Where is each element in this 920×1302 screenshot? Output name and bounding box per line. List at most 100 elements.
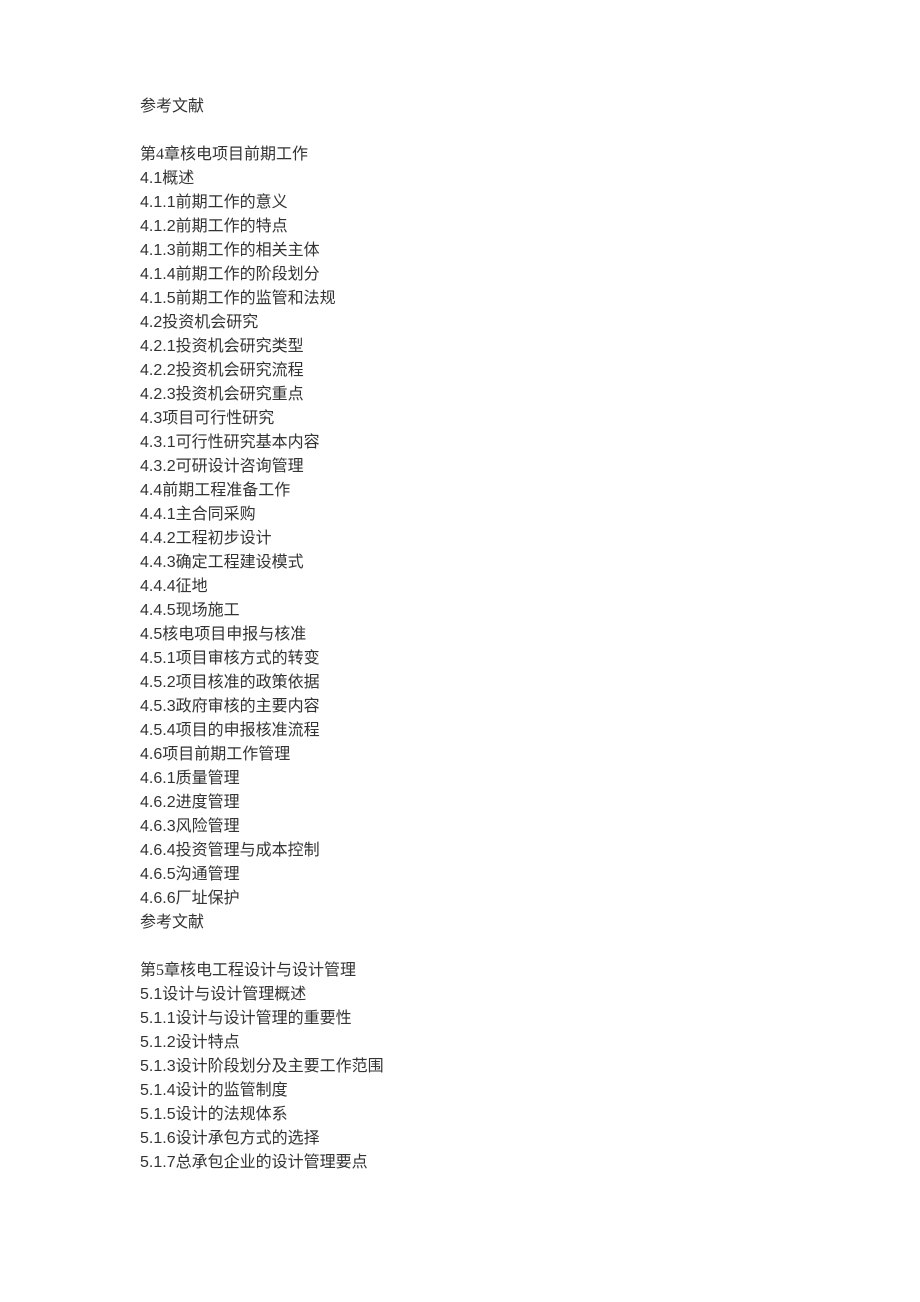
section-title: 投资机会研究 bbox=[162, 314, 258, 331]
toc-entry: 4.5.3政府审核的主要内容 bbox=[140, 695, 780, 719]
section-number: 4.2 bbox=[140, 314, 162, 331]
section-number: 4.3.2 bbox=[140, 458, 176, 475]
section-title: 前期工程准备工作 bbox=[162, 482, 290, 499]
section-number: 4.1.5 bbox=[140, 290, 176, 307]
section-title: 设计与设计管理概述 bbox=[162, 986, 306, 1003]
section-title: 设计承包方式的选择 bbox=[176, 1130, 320, 1147]
toc-entry: 参考文献 bbox=[140, 911, 780, 935]
toc-entry: 4.4前期工程准备工作 bbox=[140, 479, 780, 503]
section-title: 参考文献 bbox=[140, 914, 204, 931]
section-title: 沟通管理 bbox=[176, 866, 240, 883]
section-number: 4.4 bbox=[140, 482, 162, 499]
section-number: 4.3 bbox=[140, 410, 162, 427]
section-title: 工程初步设计 bbox=[176, 530, 272, 547]
section-number: 4.4.3 bbox=[140, 554, 176, 571]
toc-entry: 4.6.6厂址保护 bbox=[140, 887, 780, 911]
section-number: 4.5.2 bbox=[140, 674, 176, 691]
toc-entry: 4.4.2工程初步设计 bbox=[140, 527, 780, 551]
section-title: 前期工作的相关主体 bbox=[176, 242, 320, 259]
section-title: 设计阶段划分及主要工作范围 bbox=[176, 1058, 384, 1075]
section-title: 确定工程建设模式 bbox=[176, 554, 304, 571]
toc-entry: 4.2投资机会研究 bbox=[140, 311, 780, 335]
toc-entry: 4.6.1质量管理 bbox=[140, 767, 780, 791]
section-number: 4.5.4 bbox=[140, 722, 176, 739]
section-title: 总承包企业的设计管理要点 bbox=[176, 1154, 368, 1171]
toc-entry: 4.2.2投资机会研究流程 bbox=[140, 359, 780, 383]
section-title: 进度管理 bbox=[176, 794, 240, 811]
section-number: 4.5 bbox=[140, 626, 162, 643]
section-number: 4.5.1 bbox=[140, 650, 176, 667]
section-number: 4.6.3 bbox=[140, 818, 176, 835]
section-number: 4.4.5 bbox=[140, 602, 176, 619]
section-title: 前期工作的特点 bbox=[176, 218, 288, 235]
toc-entry: 4.1.5前期工作的监管和法规 bbox=[140, 287, 780, 311]
section-title: 项目审核方式的转变 bbox=[176, 650, 320, 667]
toc-entry: 4.2.3投资机会研究重点 bbox=[140, 383, 780, 407]
section-number: 4.5.3 bbox=[140, 698, 176, 715]
section-title: 投资机会研究流程 bbox=[176, 362, 304, 379]
toc-entry: 4.6项目前期工作管理 bbox=[140, 743, 780, 767]
section-title: 项目核准的政策依据 bbox=[176, 674, 320, 691]
section-title: 厂址保护 bbox=[176, 890, 240, 907]
toc-entry: 4.1概述 bbox=[140, 167, 780, 191]
toc-page: 参考文献第4章核电项目前期工作4.1概述4.1.1前期工作的意义4.1.2前期工… bbox=[0, 0, 920, 1235]
section-number: 4.4.2 bbox=[140, 530, 176, 547]
toc-entry: 5.1.5设计的法规体系 bbox=[140, 1103, 780, 1127]
section-title: 前期工作的阶段划分 bbox=[176, 266, 320, 283]
section-title: 第5章核电工程设计与设计管理 bbox=[140, 962, 356, 979]
section-title: 概述 bbox=[162, 170, 194, 187]
toc-entry: 4.4.1主合同采购 bbox=[140, 503, 780, 527]
section-number: 4.4.4 bbox=[140, 578, 176, 595]
section-number: 4.2.2 bbox=[140, 362, 176, 379]
section-number: 5.1.3 bbox=[140, 1058, 176, 1075]
section-number: 5.1.1 bbox=[140, 1010, 176, 1027]
section-number: 4.6.6 bbox=[140, 890, 176, 907]
section-number: 4.1.3 bbox=[140, 242, 176, 259]
section-number: 4.6.1 bbox=[140, 770, 176, 787]
section-title: 风险管理 bbox=[176, 818, 240, 835]
section-title: 设计的监管制度 bbox=[176, 1082, 288, 1099]
toc-entry: 4.1.3前期工作的相关主体 bbox=[140, 239, 780, 263]
section-number: 5.1 bbox=[140, 986, 162, 1003]
toc-entry: 4.6.2进度管理 bbox=[140, 791, 780, 815]
toc-entry: 4.5.1项目审核方式的转变 bbox=[140, 647, 780, 671]
blank-line bbox=[140, 119, 780, 143]
toc-entry: 4.2.1投资机会研究类型 bbox=[140, 335, 780, 359]
section-title: 征地 bbox=[176, 578, 208, 595]
section-number: 4.6 bbox=[140, 746, 162, 763]
toc-entry: 4.6.3风险管理 bbox=[140, 815, 780, 839]
toc-entry: 第5章核电工程设计与设计管理 bbox=[140, 959, 780, 983]
section-number: 4.1.2 bbox=[140, 218, 176, 235]
toc-entry: 5.1设计与设计管理概述 bbox=[140, 983, 780, 1007]
section-title: 设计的法规体系 bbox=[176, 1106, 288, 1123]
section-title: 设计特点 bbox=[176, 1034, 240, 1051]
toc-entry: 4.5.2项目核准的政策依据 bbox=[140, 671, 780, 695]
section-title: 投资机会研究重点 bbox=[176, 386, 304, 403]
toc-entry: 5.1.2设计特点 bbox=[140, 1031, 780, 1055]
section-title: 项目可行性研究 bbox=[162, 410, 274, 427]
section-number: 4.1.4 bbox=[140, 266, 176, 283]
section-number: 5.1.7 bbox=[140, 1154, 176, 1171]
section-title: 参考文献 bbox=[140, 98, 204, 115]
toc-entry: 4.5核电项目申报与核准 bbox=[140, 623, 780, 647]
section-title: 质量管理 bbox=[176, 770, 240, 787]
section-number: 4.6.2 bbox=[140, 794, 176, 811]
toc-entry: 4.4.3确定工程建设模式 bbox=[140, 551, 780, 575]
toc-entry: 第4章核电项目前期工作 bbox=[140, 143, 780, 167]
section-number: 4.2.1 bbox=[140, 338, 176, 355]
toc-entry: 4.6.4投资管理与成本控制 bbox=[140, 839, 780, 863]
section-number: 4.2.3 bbox=[140, 386, 176, 403]
section-number: 5.1.2 bbox=[140, 1034, 176, 1051]
toc-entry: 4.4.4征地 bbox=[140, 575, 780, 599]
section-title: 设计与设计管理的重要性 bbox=[176, 1010, 352, 1027]
toc-entry: 4.1.1前期工作的意义 bbox=[140, 191, 780, 215]
section-number: 4.4.1 bbox=[140, 506, 176, 523]
section-title: 投资机会研究类型 bbox=[176, 338, 304, 355]
toc-entry: 5.1.4设计的监管制度 bbox=[140, 1079, 780, 1103]
section-title: 前期工作的意义 bbox=[176, 194, 288, 211]
section-title: 可研设计咨询管理 bbox=[176, 458, 304, 475]
section-title: 现场施工 bbox=[176, 602, 240, 619]
section-number: 4.1.1 bbox=[140, 194, 176, 211]
section-number: 5.1.6 bbox=[140, 1130, 176, 1147]
section-number: 4.3.1 bbox=[140, 434, 176, 451]
